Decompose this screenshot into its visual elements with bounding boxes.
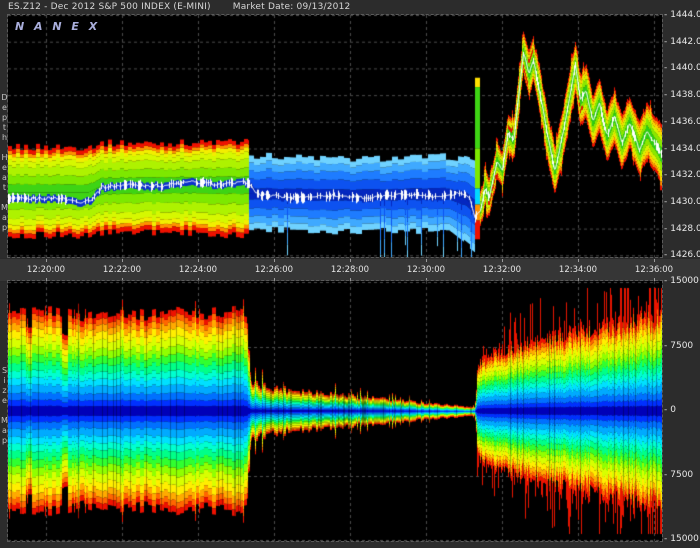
y-tick-label: -7500 — [664, 470, 693, 480]
y-tick-label: -1444.00 — [664, 10, 700, 20]
y-tick-label: -1430.00 — [664, 197, 700, 207]
y-tick-mark: - — [664, 170, 667, 180]
x-tick-mark — [578, 259, 579, 262]
y-tick-mark: - — [664, 144, 667, 154]
y-tick-label: -1442.00 — [664, 37, 700, 47]
x-tick-label: 12:30:00 — [400, 265, 452, 275]
x-tick-mark — [350, 259, 351, 262]
y-tick-label: -15000 — [664, 534, 699, 544]
depth-heat-map-canvas[interactable] — [8, 15, 662, 257]
y-tick-mark: - — [664, 90, 667, 100]
y-tick-mark: - — [664, 534, 667, 544]
y-tick-mark: - — [664, 197, 667, 207]
y-tick-label: -1432.00 — [664, 170, 700, 180]
y-tick-mark: - — [664, 37, 667, 47]
y-tick-label: -0 — [664, 405, 676, 415]
x-tick-label: 12:34:00 — [552, 265, 604, 275]
x-tick-label: 12:28:00 — [324, 265, 376, 275]
y-tick-mark: - — [664, 224, 667, 234]
y-tick-mark: - — [664, 276, 667, 286]
x-tick-mark — [122, 259, 123, 262]
y-tick-mark: - — [664, 341, 667, 351]
x-tick-mark — [198, 259, 199, 262]
depth-heat-map-axis-title: Depth Heat Map — [0, 88, 9, 238]
x-tick-mark — [274, 259, 275, 262]
y-tick-label: -7500 — [664, 341, 693, 351]
y-tick-label: -1434.00 — [664, 144, 700, 154]
y-tick-label: -15000 — [664, 276, 699, 286]
title-bar: ES.Z12 - Dec 2012 S&P 500 INDEX (E-MINI)… — [0, 0, 700, 14]
x-tick-mark — [426, 259, 427, 262]
x-tick-mark — [46, 259, 47, 262]
y-tick-mark: - — [664, 10, 667, 20]
size-map-axis-title: Size Map — [0, 358, 9, 453]
x-tick-label: 12:22:00 — [96, 265, 148, 275]
y-tick-mark: - — [664, 63, 667, 73]
window-title: ES.Z12 - Dec 2012 S&P 500 INDEX (E-MINI) — [8, 2, 211, 12]
y-tick-label: -1440.00 — [664, 63, 700, 73]
x-tick-label: 12:26:00 — [248, 265, 300, 275]
y-tick-mark: - — [664, 405, 667, 415]
x-tick-mark — [654, 259, 655, 262]
market-date-label: Market Date: 09/13/2012 — [233, 2, 351, 12]
nanex-chart-window: ES.Z12 - Dec 2012 S&P 500 INDEX (E-MINI)… — [0, 0, 700, 548]
y-tick-label: -1426.00 — [664, 250, 700, 260]
y-tick-mark: - — [664, 470, 667, 480]
x-tick-label: 12:32:00 — [476, 265, 528, 275]
nanex-logo: N A N E X — [15, 20, 100, 33]
x-tick-label: 12:36:00 — [628, 265, 680, 275]
x-tick-mark — [502, 259, 503, 262]
y-tick-label: -1438.00 — [664, 90, 700, 100]
x-tick-label: 12:20:00 — [20, 265, 72, 275]
y-tick-mark: - — [664, 250, 667, 260]
y-tick-label: -1436.00 — [664, 117, 700, 127]
size-map-canvas[interactable] — [8, 281, 662, 541]
time-axis-strip: 12:20:00 12:22:00 12:24:00 12:26:00 12:28:00… — [0, 258, 700, 282]
y-tick-label: -1428.00 — [664, 224, 700, 234]
y-tick-mark: - — [664, 117, 667, 127]
x-tick-label: 12:24:00 — [172, 265, 224, 275]
